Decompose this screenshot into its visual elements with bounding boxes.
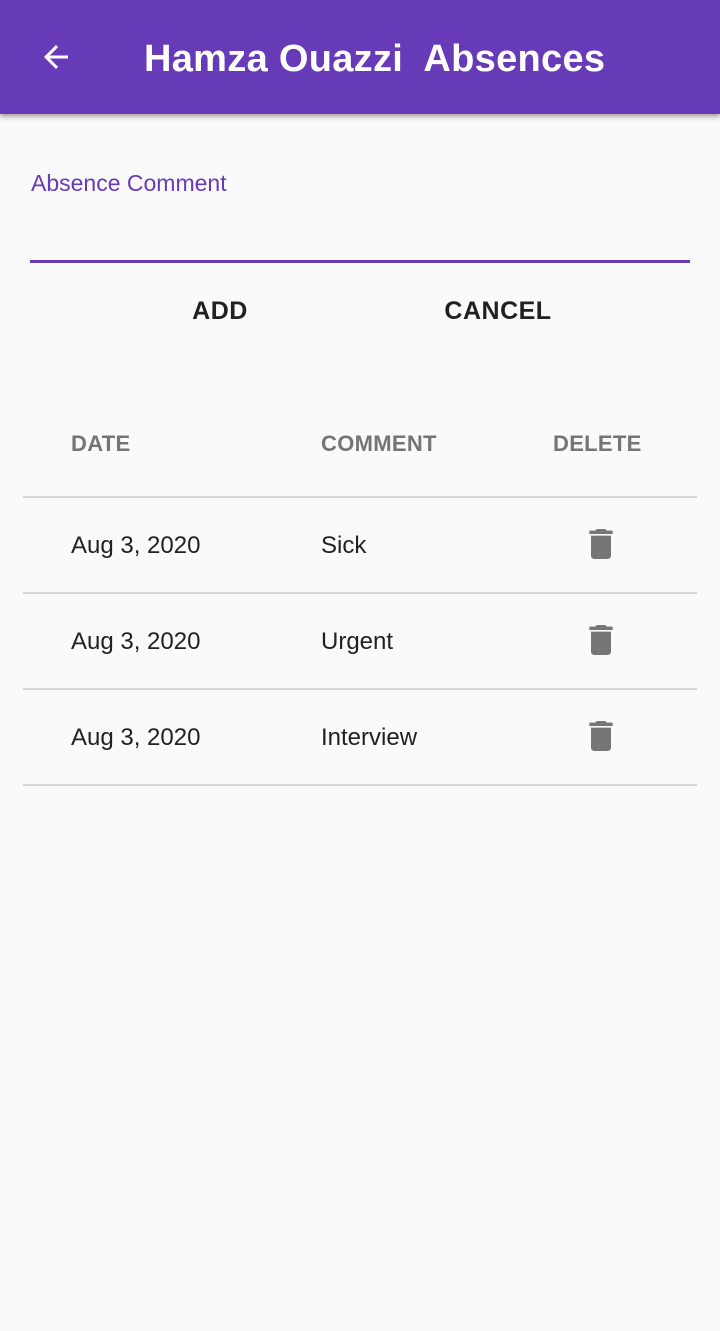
delete-button[interactable]	[577, 716, 625, 760]
trash-icon	[581, 716, 621, 761]
row-date: Aug 3, 2020	[71, 628, 201, 655]
row-comment: Sick	[321, 532, 367, 559]
absences-table: DATE COMMENT DELETE Aug 3, 2020 Sick Aug…	[23, 396, 697, 786]
table-row: Aug 3, 2020 Sick	[23, 498, 697, 594]
table-header: DATE COMMENT DELETE	[23, 396, 697, 498]
absence-comment-label: Absence Comment	[31, 170, 227, 196]
cancel-button[interactable]: CANCEL	[418, 282, 578, 340]
trash-icon	[581, 620, 621, 665]
column-header-date[interactable]: DATE	[71, 430, 130, 458]
back-button[interactable]	[28, 31, 84, 87]
absence-comment-input[interactable]	[30, 204, 690, 258]
column-header-comment[interactable]: COMMENT	[321, 430, 437, 458]
column-header-delete[interactable]: DELETE	[553, 430, 642, 458]
table-row: Aug 3, 2020 Urgent	[23, 594, 697, 690]
delete-button[interactable]	[577, 620, 625, 664]
trash-icon	[581, 524, 621, 569]
page-title: Hamza Ouazzi Absences	[144, 38, 606, 80]
input-underline	[30, 260, 690, 263]
row-date: Aug 3, 2020	[71, 532, 201, 559]
arrow-left-icon	[38, 39, 74, 80]
row-comment: Interview	[321, 724, 418, 751]
row-date: Aug 3, 2020	[71, 724, 201, 751]
add-button[interactable]: ADD	[160, 282, 280, 340]
delete-button[interactable]	[577, 524, 625, 568]
app-bar: Hamza Ouazzi Absences	[0, 0, 720, 114]
row-comment: Urgent	[321, 628, 394, 655]
table-row: Aug 3, 2020 Interview	[23, 690, 697, 786]
